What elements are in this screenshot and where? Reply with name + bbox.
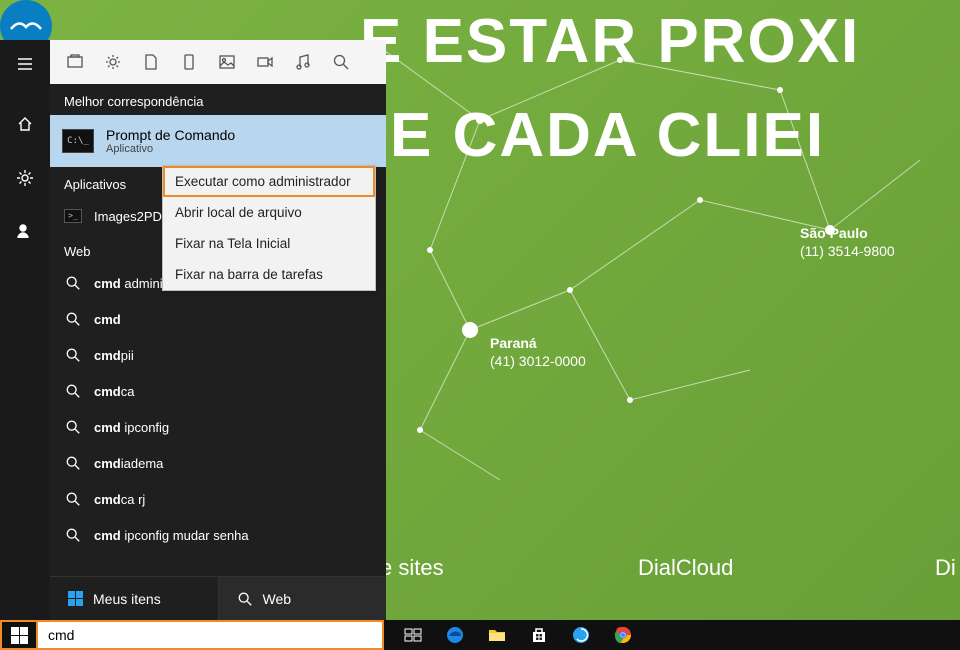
ctx-open-file-location[interactable]: Abrir local de arquivo <box>163 197 375 228</box>
gear-icon <box>104 53 122 71</box>
search-icon <box>237 591 253 607</box>
filter-music[interactable] <box>284 40 322 84</box>
wallpaper-headline-2: E CADA CLIEI <box>390 100 825 171</box>
app-glyph-icon: >_ <box>64 209 82 223</box>
taskbar-search-box[interactable] <box>38 620 384 650</box>
home-icon <box>16 115 34 133</box>
app-result-label: Images2PD <box>94 209 162 224</box>
taskbar-apps <box>384 620 644 650</box>
scope-bar: Meus itens Web <box>50 576 386 620</box>
filter-apps[interactable] <box>56 40 94 84</box>
gear-icon <box>16 169 34 187</box>
service-label-3: Di <box>935 555 956 581</box>
edge-icon <box>445 625 465 645</box>
task-view-button[interactable] <box>392 620 434 650</box>
apps-icon <box>66 53 84 71</box>
filter-settings[interactable] <box>94 40 132 84</box>
windows-logo-icon <box>11 627 28 644</box>
web-result-6[interactable]: cmdca rj <box>50 481 386 517</box>
taskbar-chrome[interactable] <box>602 620 644 650</box>
windows-tiles-icon <box>68 591 83 606</box>
search-icon <box>65 527 81 543</box>
web-result-7[interactable]: cmd ipconfig mudar senha <box>50 517 386 553</box>
music-icon <box>294 53 312 71</box>
web-result-label: cmdiadema <box>94 456 163 471</box>
start-left-rail <box>0 40 50 620</box>
taskbar-store[interactable] <box>518 620 560 650</box>
device-icon <box>180 53 198 71</box>
web-result-label: cmd ipconfig mudar senha <box>94 528 249 543</box>
cmd-icon: C:\_ <box>62 129 94 153</box>
best-match-title: Prompt de Comando <box>106 127 374 143</box>
hamburger-button[interactable] <box>0 40 50 88</box>
ctx-pin-taskbar[interactable]: Fixar na barra de tarefas <box>163 259 375 290</box>
scope-web[interactable]: Web <box>218 577 387 620</box>
person-icon <box>16 223 34 241</box>
hamburger-icon <box>16 55 34 73</box>
city-label-sp: São Paulo(11) 3514-9800 <box>800 225 895 259</box>
spiral-icon <box>571 625 591 645</box>
web-result-label: cmdpii <box>94 348 134 363</box>
wallpaper-headline-1: E ESTAR PROXI <box>360 6 860 77</box>
ctx-pin-start[interactable]: Fixar na Tela Inicial <box>163 228 375 259</box>
document-icon <box>142 53 160 71</box>
search-panel: Melhor correspondência C:\_ Prompt de Co… <box>50 40 386 620</box>
filter-row <box>50 40 386 84</box>
home-button[interactable] <box>0 100 50 148</box>
context-menu: Executar como administrador Abrir local … <box>162 165 376 291</box>
web-result-4[interactable]: cmd ipconfig <box>50 409 386 445</box>
search-icon <box>65 383 81 399</box>
feedback-button[interactable] <box>0 208 50 256</box>
taskbar-explorer[interactable] <box>476 620 518 650</box>
web-result-5[interactable]: cmdiadema <box>50 445 386 481</box>
search-icon <box>65 455 81 471</box>
search-input[interactable] <box>48 627 372 643</box>
search-icon <box>65 491 81 507</box>
service-label-1: e sites <box>380 555 444 581</box>
taskbar <box>0 620 960 650</box>
folder-icon <box>487 625 507 645</box>
web-result-label: cmdca rj <box>94 492 145 507</box>
web-result-label: cmd <box>94 312 121 327</box>
web-result-1[interactable]: cmd <box>50 301 386 337</box>
store-icon <box>529 625 549 645</box>
best-match-header: Melhor correspondência <box>50 84 386 115</box>
filter-videos[interactable] <box>246 40 284 84</box>
best-match-item[interactable]: C:\_ Prompt de Comando Aplicativo <box>50 115 386 167</box>
service-label-2: DialCloud <box>638 555 733 581</box>
start-button[interactable] <box>0 620 38 650</box>
taskbar-edge[interactable] <box>434 620 476 650</box>
web-result-2[interactable]: cmdpii <box>50 337 386 373</box>
search-icon <box>65 419 81 435</box>
scope-my-items[interactable]: Meus itens <box>50 577 218 620</box>
settings-button[interactable] <box>0 154 50 202</box>
search-icon <box>65 275 81 291</box>
filter-search[interactable] <box>322 40 360 84</box>
chrome-icon <box>613 625 633 645</box>
city-label-pr: Paraná(41) 3012-0000 <box>490 335 586 369</box>
scope-web-label: Web <box>263 591 292 607</box>
best-match-subtitle: Aplicativo <box>106 143 374 155</box>
filter-photos[interactable] <box>208 40 246 84</box>
taskbar-app-blue[interactable] <box>560 620 602 650</box>
search-icon <box>332 53 350 71</box>
web-result-3[interactable]: cmdca <box>50 373 386 409</box>
web-result-label: cmdca <box>94 384 134 399</box>
openoffice-icon <box>9 17 43 35</box>
task-view-icon <box>403 625 423 645</box>
image-icon <box>218 53 236 71</box>
web-result-label: cmd ipconfig <box>94 420 169 435</box>
filter-documents[interactable] <box>132 40 170 84</box>
filter-folders[interactable] <box>170 40 208 84</box>
search-icon <box>65 347 81 363</box>
video-icon <box>256 53 274 71</box>
ctx-run-as-admin[interactable]: Executar como administrador <box>163 166 375 197</box>
scope-my-label: Meus itens <box>93 591 161 607</box>
search-icon <box>65 311 81 327</box>
